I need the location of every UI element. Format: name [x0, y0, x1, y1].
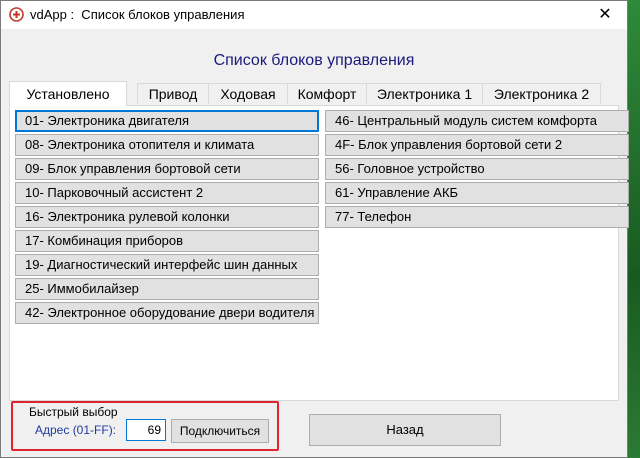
title-bar: vdApp : Список блоков управления ✕ [1, 1, 627, 29]
desktop-background [626, 0, 640, 458]
module-button[interactable]: 25- Иммобилайзер [15, 278, 319, 300]
tab-installed[interactable]: Установлено [9, 81, 127, 106]
module-button[interactable]: 46- Центральный модуль систем комфорта [325, 110, 629, 132]
address-input[interactable]: 69 [126, 419, 166, 441]
module-button[interactable]: 4F- Блок управления бортовой сети 2 [325, 134, 629, 156]
module-button[interactable]: 77- Телефон [325, 206, 629, 228]
tab-comfort[interactable]: Комфорт [287, 83, 367, 104]
app-icon [9, 7, 24, 22]
connect-button[interactable]: Подключиться [171, 419, 269, 443]
module-button[interactable]: 61- Управление АКБ [325, 182, 629, 204]
back-button[interactable]: Назад [309, 414, 501, 446]
module-button[interactable]: 16- Электроника рулевой колонки [15, 206, 319, 228]
module-button[interactable]: 08- Электроника отопителя и климата [15, 134, 319, 156]
quick-select-label: Быстрый выбор [29, 405, 118, 419]
window-title: vdApp : Список блоков управления [30, 7, 245, 22]
module-button[interactable]: 10- Парковочный ассистент 2 [15, 182, 319, 204]
module-button[interactable]: 19- Диагностический интерфейс шин данных [15, 254, 319, 276]
tab-electronics-2[interactable]: Электроника 2 [482, 83, 601, 104]
quick-select-group: Быстрый выбор Адрес (01-FF): 69 Подключи… [11, 401, 279, 453]
tab-electronics-1[interactable]: Электроника 1 [366, 83, 483, 104]
tab-chassis[interactable]: Ходовая [208, 83, 288, 104]
address-label: Адрес (01-FF): [35, 423, 117, 437]
client-area: Список блоков управления Установлено При… [1, 29, 629, 457]
app-window: vdApp : Список блоков управления ✕ Списо… [0, 0, 629, 458]
page-title: Список блоков управления [213, 52, 415, 69]
tab-drive[interactable]: Привод [137, 83, 209, 104]
modules-panel: 01- Электроника двигателя 08- Электроник… [9, 105, 629, 401]
close-icon[interactable]: ✕ [583, 1, 627, 29]
module-button[interactable]: 01- Электроника двигателя [15, 110, 319, 132]
module-button[interactable]: 42- Электронное оборудование двери водит… [15, 302, 319, 324]
module-button[interactable]: 17- Комбинация приборов [15, 230, 319, 252]
module-button[interactable]: 09- Блок управления бортовой сети [15, 158, 319, 180]
module-button[interactable]: 56- Головное устройство [325, 158, 629, 180]
